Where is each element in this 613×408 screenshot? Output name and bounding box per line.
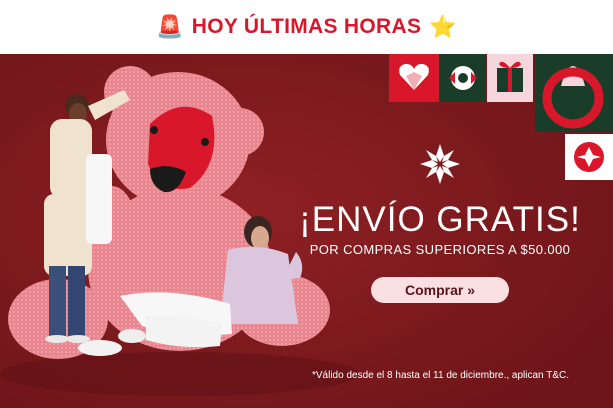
legal-disclaimer: *Válido desde el 8 hasta el 11 de diciem… bbox=[311, 370, 569, 381]
star-icon: ⭐ bbox=[429, 14, 457, 39]
promo-copy: ¡ENVÍO GRATIS! POR COMPRAS SUPERIORES A … bbox=[290, 142, 590, 303]
bow-icon bbox=[440, 54, 486, 102]
shop-button[interactable]: Comprar » bbox=[371, 277, 509, 303]
heart-icon bbox=[389, 54, 439, 102]
siren-icon: 🚨 bbox=[156, 14, 184, 39]
hero-banner[interactable]: ¡ENVÍO GRATIS! POR COMPRAS SUPERIORES A … bbox=[0, 54, 613, 408]
subheadline: POR COMPRAS SUPERIORES A $50.000 bbox=[309, 242, 571, 257]
announcement-title: HOY ÚLTIMAS HORAS bbox=[191, 15, 422, 38]
promo-banner: 🚨 HOY ÚLTIMAS HORAS ⭐ ¡ENVÍO GRATIS! POR… bbox=[0, 0, 613, 408]
snowflake-icon bbox=[420, 144, 460, 184]
wreath-icon bbox=[535, 54, 613, 132]
announcement-bar: 🚨 HOY ÚLTIMAS HORAS ⭐ bbox=[0, 0, 613, 54]
gift-icon bbox=[487, 54, 533, 102]
headline: ¡ENVÍO GRATIS! bbox=[299, 200, 581, 239]
